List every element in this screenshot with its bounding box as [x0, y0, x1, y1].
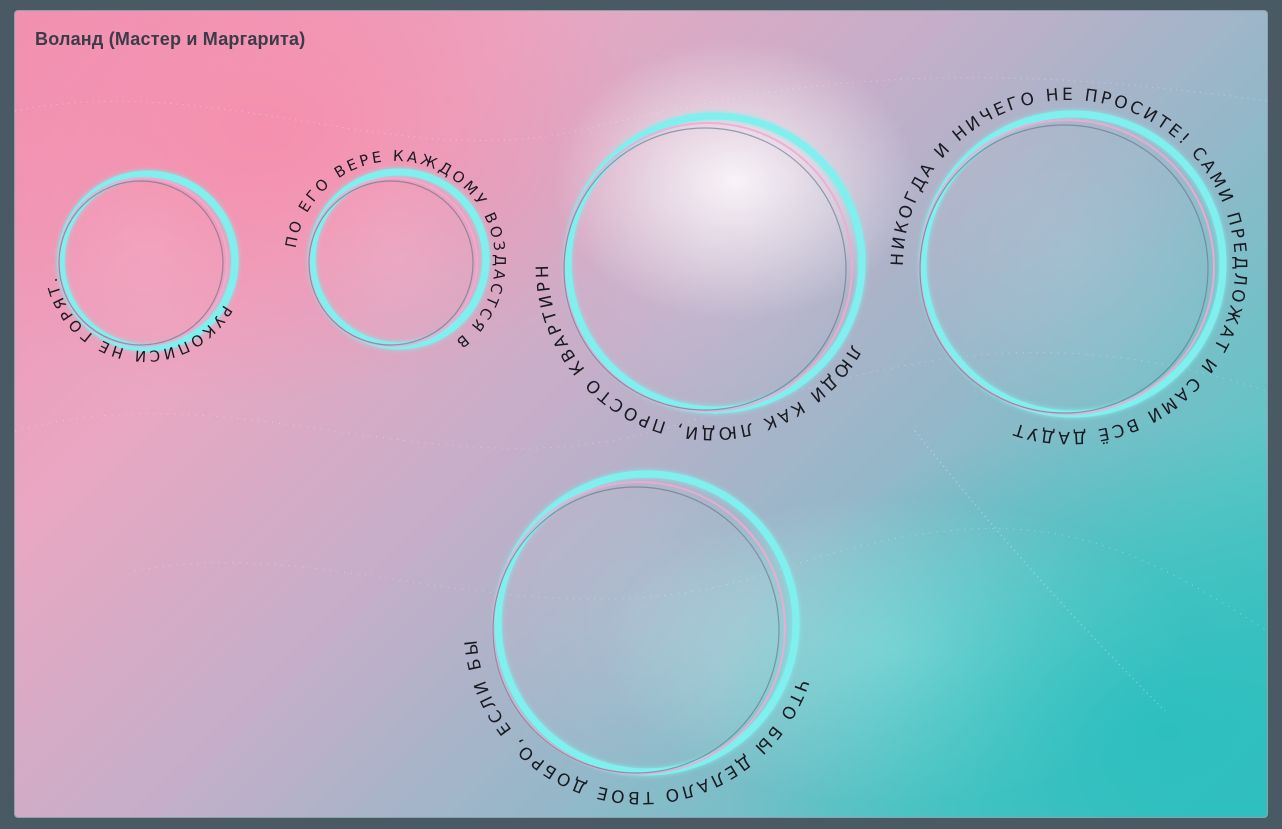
quote-ring-1: РУКОПИСИ НЕ ГОРЯТ.: [42, 170, 239, 365]
quote-ring-2: ПО ЕГО ВЕРЕ КАЖДОМУ ВОЗДАСТСЯ В: [282, 147, 506, 354]
quote-rings-stage: РУКОПИСИ НЕ ГОРЯТ. ПО ЕГО ВЕРЕ КАЖДОМУ В…: [15, 11, 1267, 807]
quote-canvas: Воланд (Мастер и Маргарита) РУКОПИСИ НЕ …: [14, 10, 1268, 818]
quote-ring-4: НИКОГДА И НИЧЕГО НЕ ПРОСИТЕ! САМИ ПРЕДЛО…: [888, 85, 1247, 447]
